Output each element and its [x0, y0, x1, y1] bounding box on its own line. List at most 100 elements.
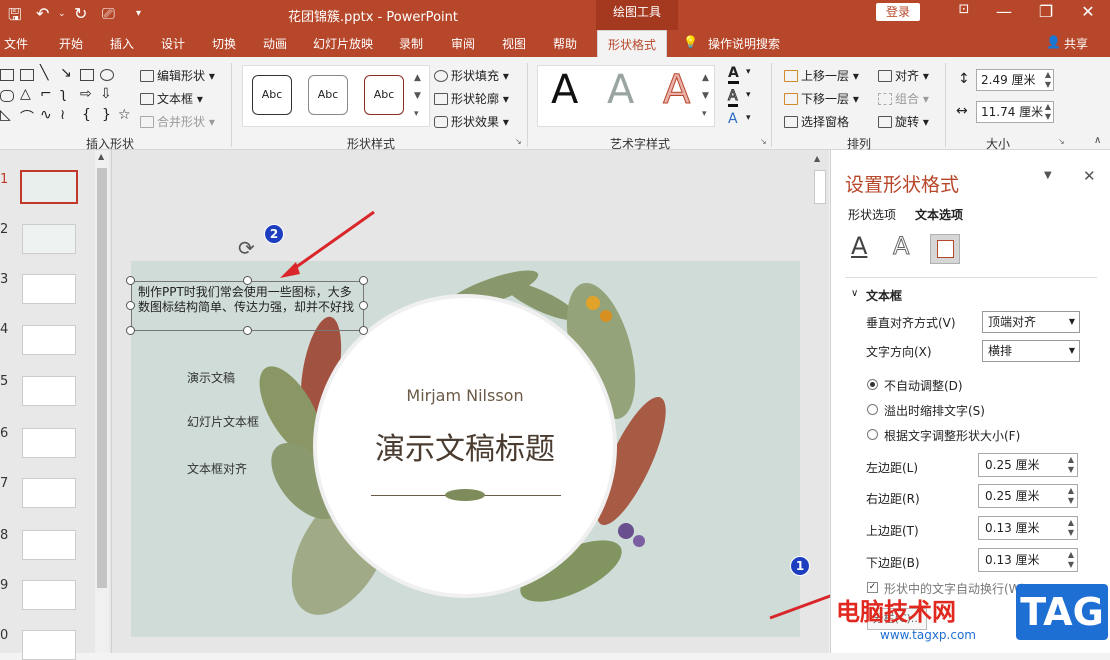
width-spinner-icon[interactable]: ▲ ▼ — [1045, 102, 1051, 122]
arrow-line-shape-icon[interactable]: ↘ — [60, 65, 72, 81]
selected-text-box[interactable]: 制作PPT时我们常会使用一些图标，大多数图标结构简单、传达力强，却并不好找 — [131, 281, 364, 331]
author-name[interactable]: Mirjam Nilsson — [317, 386, 613, 405]
slide-thumbnail-9[interactable] — [22, 580, 76, 610]
shape-height-input[interactable]: 2.49 厘米 ▲ ▼ — [976, 69, 1054, 91]
rectangle-shape-icon[interactable] — [80, 69, 94, 81]
tab-animations[interactable]: 动画 — [263, 35, 287, 52]
group-button[interactable]: 组合 ▾ — [878, 90, 929, 107]
collapse-ribbon-icon[interactable]: ∧ — [1094, 135, 1101, 146]
spinner-icon[interactable]: ▲ ▼ — [1068, 455, 1074, 475]
arc-shape-icon[interactable]: ⌒ — [20, 107, 34, 127]
save-icon[interactable]: 🖫 — [8, 4, 22, 31]
selection-pane-button[interactable]: 选择窗格 — [784, 113, 849, 130]
section-collapse-icon[interactable]: ∨ — [851, 288, 858, 299]
textbox-section-header[interactable]: 文本框 — [866, 287, 902, 304]
rotate-handle-icon[interactable]: ⟳ — [238, 236, 255, 260]
tab-slideshow[interactable]: 幻灯片放映 — [313, 35, 373, 52]
vertical-text-shape-icon[interactable] — [20, 69, 34, 81]
radio-shrink-on-overflow-label[interactable]: 溢出时缩排文字(S) — [884, 402, 985, 419]
slide-item-3[interactable]: 文本框对齐 — [187, 460, 247, 477]
resize-handle[interactable] — [243, 276, 252, 285]
elbow-connector-icon[interactable]: ⌐ — [40, 86, 52, 102]
dialog-launcher-icon[interactable]: ↘ — [1058, 137, 1065, 146]
shape-style-1[interactable]: Abc — [252, 75, 292, 115]
slide-thumbnail-5[interactable] — [22, 376, 76, 406]
minimize-button[interactable]: — — [990, 2, 1018, 21]
tab-text-options[interactable]: 文本选项 — [915, 206, 963, 223]
present-icon[interactable]: ⎚ — [102, 4, 115, 24]
close-button[interactable]: ✕ — [1074, 2, 1102, 21]
spinner-icon[interactable]: ▲ ▼ — [1068, 486, 1074, 506]
ribbon-display-icon[interactable]: ⊡ — [950, 2, 978, 17]
slide-thumbnail-6[interactable] — [22, 428, 76, 458]
slide-title[interactable]: 演示文稿标题 — [317, 424, 613, 468]
triangle-shape-icon[interactable]: △ — [20, 86, 31, 102]
resize-handle[interactable] — [126, 326, 135, 335]
slide-item-2[interactable]: 幻灯片文本框 — [187, 413, 259, 430]
scroll-thumb[interactable] — [97, 168, 107, 588]
radio-no-autofit[interactable] — [867, 379, 878, 390]
oval-shape-icon[interactable] — [100, 69, 114, 81]
tab-record[interactable]: 录制 — [399, 35, 423, 52]
scroll-up-icon[interactable]: ▲ — [814, 154, 820, 163]
slide-thumbnail-3[interactable] — [22, 274, 76, 304]
tab-shape-format[interactable]: 形状格式 — [597, 30, 668, 57]
undo-dropdown-icon[interactable]: ⌄ — [58, 9, 66, 19]
text-effects-dropdown-icon[interactable]: ▾ — [746, 113, 751, 123]
text-fill-outline-icon[interactable]: A — [851, 232, 867, 260]
vertical-alignment-select[interactable]: 顶端对齐 — [982, 311, 1080, 333]
slide-thumbnail-2[interactable] — [22, 224, 76, 254]
line-shape-icon[interactable]: ╲ — [40, 65, 48, 81]
left-margin-input[interactable]: 0.25 厘米 ▲ ▼ — [978, 453, 1078, 477]
canvas-scroll-thumb[interactable] — [814, 170, 826, 204]
tab-review[interactable]: 审阅 — [451, 35, 475, 52]
text-effects-icon[interactable]: A — [892, 232, 909, 261]
text-box-button[interactable]: 文本框 ▾ — [140, 90, 203, 107]
gallery-scroll-icon[interactable]: ▲ ▼ ▾ — [702, 69, 709, 123]
right-brace-shape-icon[interactable]: } — [102, 107, 111, 123]
restore-button[interactable]: ❐ — [1032, 2, 1060, 21]
slide-thumbnail-8[interactable] — [22, 530, 76, 560]
resize-handle[interactable] — [359, 276, 368, 285]
down-arrow-shape-icon[interactable]: ⇩ — [100, 86, 112, 102]
redo-icon[interactable]: ↻ — [74, 4, 87, 23]
curve-connector-icon[interactable]: ʅ — [60, 86, 66, 102]
slide-thumbnail-10[interactable] — [22, 630, 76, 660]
shape-width-input[interactable]: 11.74 厘米 ▲ ▼ — [976, 101, 1054, 123]
height-spinner-icon[interactable]: ▲ ▼ — [1045, 70, 1051, 90]
shape-fill-button[interactable]: 形状填充 ▾ — [434, 67, 509, 84]
curve-shape-icon[interactable]: ∿ — [40, 107, 52, 123]
rotate-button[interactable]: 旋转 ▾ — [878, 113, 929, 130]
pane-options-icon[interactable]: ▼ — [1044, 170, 1052, 181]
resize-handle[interactable] — [126, 301, 135, 310]
spinner-icon[interactable]: ▲ ▼ — [1068, 550, 1074, 570]
dialog-launcher-icon[interactable]: ↘ — [515, 137, 522, 146]
spinner-icon[interactable]: ▲ ▼ — [1068, 518, 1074, 538]
left-brace-shape-icon[interactable]: { — [82, 107, 91, 123]
shape-style-2[interactable]: Abc — [308, 75, 348, 115]
thumbnail-scrollbar[interactable]: ▲ — [95, 150, 109, 653]
dialog-launcher-icon[interactable]: ↘ — [760, 137, 767, 146]
radio-resize-shape-label[interactable]: 根据文字调整形状大小(F) — [884, 427, 1020, 444]
customize-qat-icon[interactable]: ▾ — [136, 8, 141, 19]
slide-thumbnail-7[interactable] — [22, 478, 76, 508]
pane-close-icon[interactable]: ✕ — [1083, 167, 1096, 185]
text-effects-icon[interactable]: A — [728, 111, 738, 127]
text-box-content[interactable]: 制作PPT时我们常会使用一些图标，大多数图标结构简单、传达力强，却并不好找 — [138, 285, 360, 315]
merge-shapes-button[interactable]: 合并形状 ▾ — [140, 113, 215, 130]
tab-file[interactable]: 文件 — [4, 35, 28, 52]
radio-no-autofit-label[interactable]: 不自动调整(D) — [884, 377, 963, 394]
right-arrow-shape-icon[interactable]: ⇨ — [80, 86, 92, 102]
login-button[interactable]: 登录 — [876, 3, 920, 21]
resize-handle[interactable] — [126, 276, 135, 285]
scroll-up-icon[interactable]: ▲ — [98, 152, 104, 161]
radio-shrink-on-overflow[interactable] — [867, 404, 878, 415]
textbox-options-icon[interactable] — [930, 234, 960, 264]
resize-handle[interactable] — [359, 301, 368, 310]
tab-design[interactable]: 设计 — [161, 35, 185, 52]
tab-home[interactable]: 开始 — [59, 35, 83, 52]
shape-outline-button[interactable]: 形状轮廓 ▾ — [434, 90, 509, 107]
right-margin-input[interactable]: 0.25 厘米 ▲ ▼ — [978, 484, 1078, 508]
gallery-scroll-icon[interactable]: ▲ ▼ ▾ — [414, 69, 421, 123]
rounded-rect-shape-icon[interactable] — [0, 90, 14, 102]
